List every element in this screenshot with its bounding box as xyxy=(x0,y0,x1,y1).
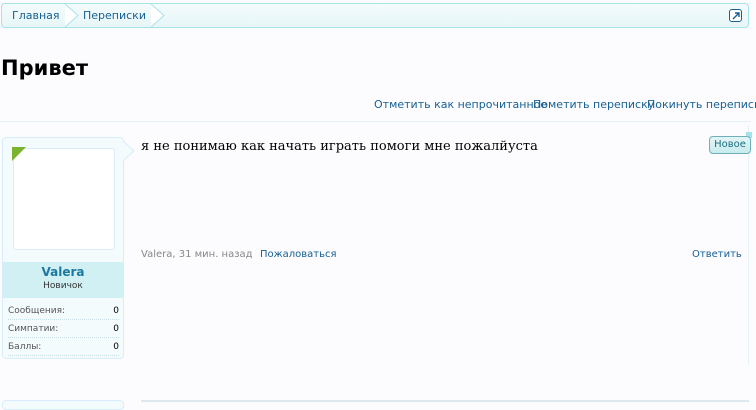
report-link[interactable]: Пожаловаться xyxy=(260,249,337,260)
stat-messages: Сообщения: 0 xyxy=(8,303,119,320)
message-border xyxy=(748,125,749,365)
user-title: Новичок xyxy=(43,281,83,291)
jump-to-top-icon[interactable] xyxy=(729,9,742,22)
message-arrow-icon xyxy=(123,141,135,161)
message-author-time[interactable]: Valera, 31 мин. назад xyxy=(141,249,253,260)
message-user-info: Valera Новичок Сообщения: 0 Симпатии: 0 … xyxy=(2,137,124,359)
leave-conversation-link[interactable]: Покинуть переписку xyxy=(647,98,756,111)
stat-label: Баллы: xyxy=(8,342,42,352)
new-badge: Новое xyxy=(709,136,751,154)
mark-unread-link[interactable]: Отметить как непрочитанное xyxy=(374,98,547,111)
message-text: я не понимаю как начать играть помоги мн… xyxy=(141,139,538,154)
avatar[interactable] xyxy=(13,148,115,250)
star-conversation-link[interactable]: Пометить переписку xyxy=(533,98,654,111)
divider xyxy=(0,121,750,122)
stat-label: Сообщения: xyxy=(8,306,66,316)
user-name-block: Valera Новичок xyxy=(3,262,123,298)
stat-value: 0 xyxy=(113,324,119,334)
breadcrumb-separator-icon xyxy=(65,4,79,27)
breadcrumb-separator-icon xyxy=(151,4,165,27)
reply-link[interactable]: Ответить xyxy=(692,249,742,260)
next-message-user-info xyxy=(2,400,124,410)
online-indicator-icon xyxy=(12,147,26,161)
stat-likes: Симпатии: 0 xyxy=(8,321,119,338)
username-link[interactable]: Valera xyxy=(3,265,123,279)
breadcrumb-conversations-link[interactable]: Переписки xyxy=(83,4,146,27)
breadcrumb-home-link[interactable]: Главная xyxy=(12,4,60,27)
next-message-border xyxy=(141,400,749,406)
stat-value: 0 xyxy=(113,306,119,316)
stat-value: 0 xyxy=(113,342,119,352)
page-title: Привет xyxy=(1,56,89,80)
stat-label: Симпатии: xyxy=(8,324,59,334)
breadcrumb: Главная Переписки xyxy=(1,3,749,28)
stat-points: Баллы: 0 xyxy=(8,339,119,356)
